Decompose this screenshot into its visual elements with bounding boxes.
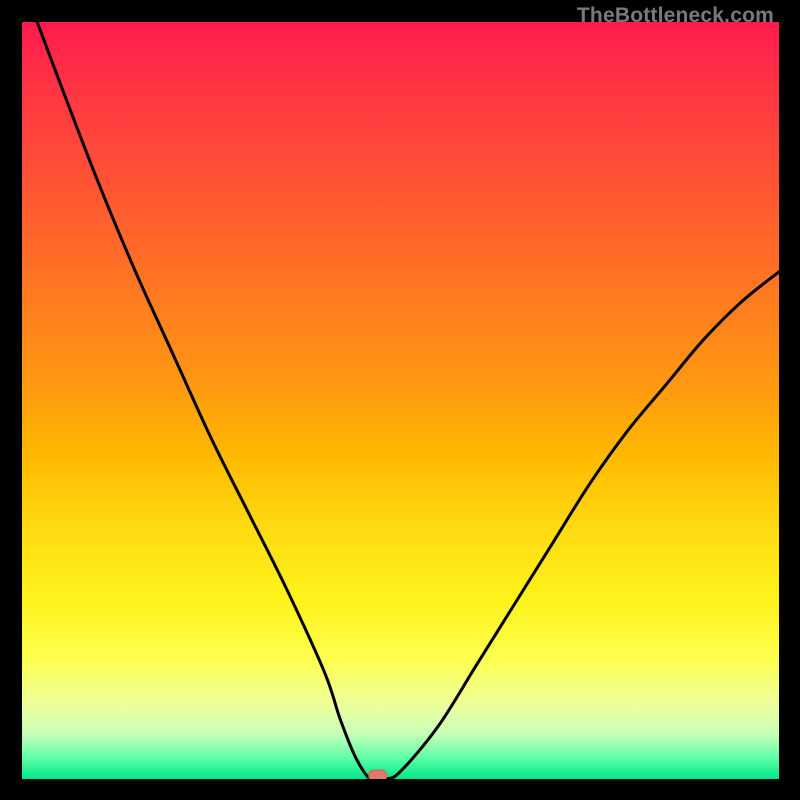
chart-container: TheBottleneck.com: [0, 0, 800, 800]
curve-svg: [22, 22, 779, 779]
plot-area: [22, 22, 779, 779]
bottleneck-curve: [37, 22, 779, 779]
optimum-marker: [369, 770, 387, 779]
